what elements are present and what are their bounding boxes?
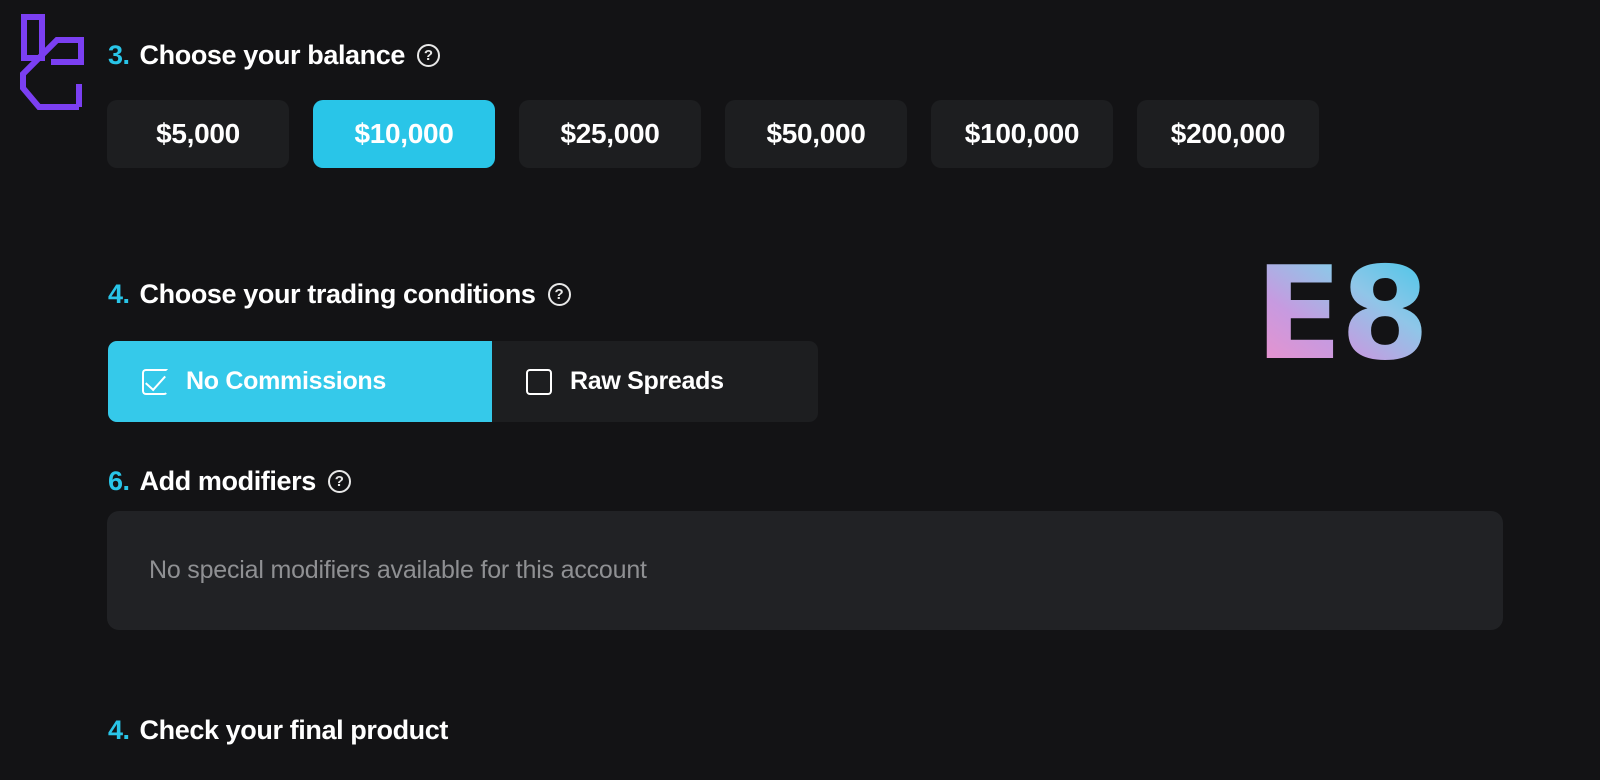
balance-option-50000[interactable]: $50,000: [725, 100, 907, 168]
trading-conditions-toggle-group: No Commissions Raw Spreads: [108, 341, 818, 422]
step-number: 3.: [108, 40, 130, 70]
step-number: 6.: [108, 466, 130, 496]
brand-logo-mark[interactable]: [17, 14, 89, 110]
balance-option-25000[interactable]: $25,000: [519, 100, 701, 168]
toggle-option-raw-spreads[interactable]: Raw Spreads: [492, 341, 758, 422]
help-icon[interactable]: ?: [327, 470, 351, 493]
modifiers-empty-message: No special modifiers available for this …: [149, 556, 647, 584]
section-title: Choose your balance: [139, 40, 406, 70]
section-title: Check your final product: [139, 715, 449, 745]
modifiers-panel: No special modifiers available for this …: [107, 511, 1503, 630]
step-number: 4.: [108, 715, 130, 745]
section-heading-balance: 3. Choose your balance ?: [108, 40, 441, 71]
section-title: Add modifiers: [139, 466, 317, 496]
section-heading-final-product: 4. Check your final product: [108, 715, 448, 746]
section-heading-trading-conditions: 4. Choose your trading conditions ?: [108, 279, 571, 310]
balance-option-200000[interactable]: $200,000: [1137, 100, 1319, 168]
section-title: Choose your trading conditions: [139, 279, 536, 309]
balance-option-5000[interactable]: $5,000: [107, 100, 289, 168]
section-heading-modifiers: 6. Add modifiers ?: [108, 466, 351, 497]
checkbox-checked-icon: [142, 368, 168, 395]
checkbox-empty-icon: [526, 368, 552, 395]
help-icon[interactable]: ?: [547, 283, 571, 306]
balance-options-group: $5,000 $10,000 $25,000 $50,000 $100,000 …: [107, 100, 1319, 168]
toggle-option-label: Raw Spreads: [570, 367, 724, 395]
help-icon[interactable]: ?: [417, 44, 441, 67]
e8-wordmark-logo: E8: [1255, 245, 1445, 385]
step-number: 4.: [108, 279, 130, 309]
balance-option-10000[interactable]: $10,000: [313, 100, 495, 168]
balance-option-100000[interactable]: $100,000: [931, 100, 1113, 168]
toggle-option-label: No Commissions: [186, 367, 386, 395]
toggle-option-no-commissions[interactable]: No Commissions: [108, 341, 492, 422]
